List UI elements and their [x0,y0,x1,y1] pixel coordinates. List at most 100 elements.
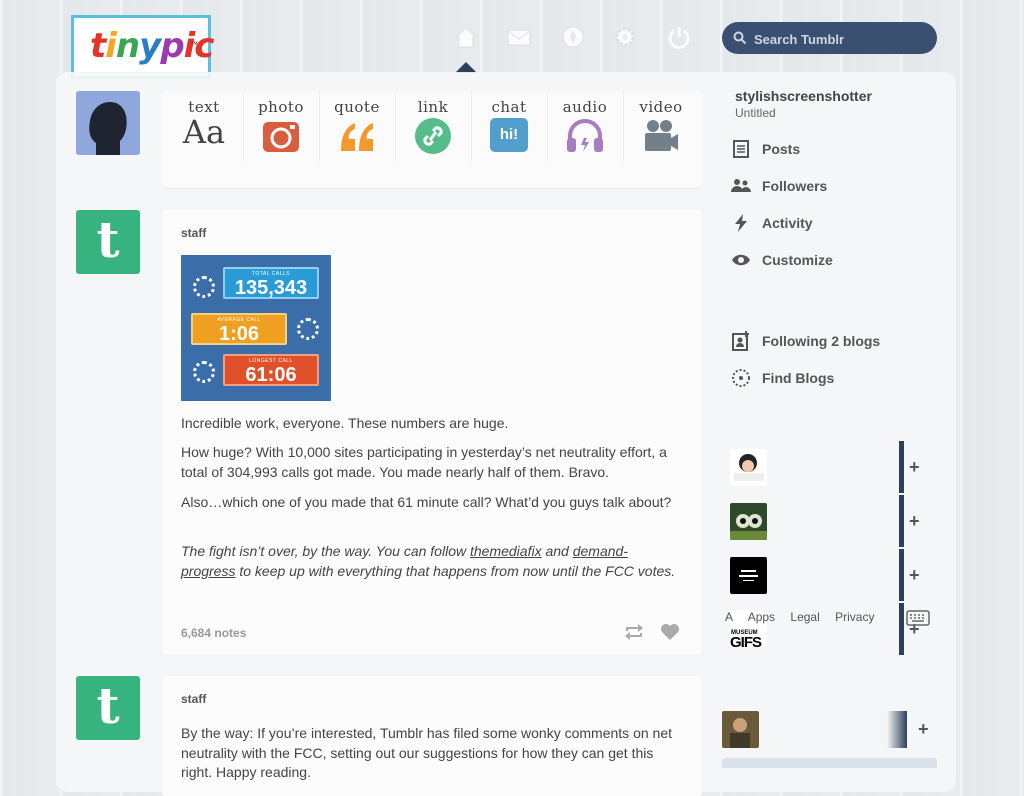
sidebar-item-find-blogs[interactable]: Find Blogs [731,368,834,388]
camera-icon [263,122,299,152]
average-call-box: AVERAGE CALL 1:06 [191,313,287,345]
gear-icon[interactable] [612,24,638,50]
post-notes-count[interactable]: 6,684 notes [181,626,246,640]
post-image-call-stats[interactable]: TOTAL CALLS 135,343 AVERAGE CALL 1:06 LO… [181,255,331,401]
posts-icon [731,139,751,159]
stat-value: 135,343 [234,277,308,299]
post-author[interactable]: staff [181,226,206,240]
sidebar-item-label: Activity [762,215,813,231]
staff-avatar[interactable]: t [76,210,140,274]
add-person-icon [731,331,751,351]
reblog-icon[interactable] [623,623,645,641]
followers-icon [731,176,751,196]
user-avatar[interactable] [76,91,140,155]
recommended-blog[interactable] [722,551,900,599]
post-type-video[interactable]: video [623,91,699,154]
footer-link-privacy[interactable]: Privacy [835,610,874,624]
post-type-label: photo [258,98,304,116]
recommended-gradient-edge [887,711,907,748]
chat-icon: hi! [490,118,528,152]
post-type-chat[interactable]: chat hi! [471,91,547,152]
post-type-link[interactable]: link [395,91,471,154]
themediafix-link[interactable]: themediafix [470,543,542,559]
recommended-blog-avatar[interactable] [722,711,759,748]
compass-icon[interactable] [560,24,586,50]
tumblr-t-icon: t [96,210,120,269]
follow-plus-icon[interactable]: + [909,457,920,478]
spinner-icon [193,276,215,298]
spinner-icon [297,318,319,340]
sidebar-item-activity[interactable]: Activity [731,213,813,233]
footer-link-apps[interactable]: Apps [748,610,775,624]
post-type-label: video [639,98,683,116]
recommended-blog-avatar [730,503,767,540]
post-type-photo[interactable]: photo [243,91,319,154]
footer-link-legal[interactable]: Legal [790,610,819,624]
follow-plus-icon[interactable]: + [918,719,929,740]
recommended-divider [899,495,904,547]
search-icon [733,31,747,45]
gifs-label: GIFS [730,634,762,647]
longest-call-box: LONGEST CALL 61:06 [223,354,319,386]
eye-icon [731,250,751,270]
mail-icon[interactable] [506,24,532,50]
blog-title: Untitled [735,106,776,120]
post-paragraph: Also…which one of you made that 61 minut… [181,494,672,510]
post-author[interactable]: staff [181,692,206,706]
spinner-icon [193,361,215,383]
tinypic-logo[interactable]: tinypic ™ [71,15,214,79]
link-icon [415,118,451,154]
stat-value: 1:06 [218,323,260,345]
sidebar-item-customize[interactable]: Customize [731,250,833,270]
sidebar-blog-info[interactable]: stylishscreenshotter Untitled [735,88,872,120]
video-icon [645,120,678,151]
sidebar-item-label: Customize [762,252,833,268]
post-paragraph: The fight isn’t over, by the way. You ca… [181,543,676,579]
follow-plus-icon[interactable]: + [909,565,920,586]
keyboard-icon[interactable] [906,610,930,626]
sidebar-item-posts[interactable]: Posts [731,139,800,159]
power-icon[interactable] [666,24,692,50]
heart-icon[interactable] [660,623,680,641]
staff-avatar[interactable]: t [76,676,140,740]
follow-plus-icon[interactable]: + [909,511,920,532]
recommended-blog[interactable] [722,497,900,545]
post-type-quote[interactable]: quote [319,91,395,154]
post-paragraph: Incredible work, everyone. These numbers… [181,415,509,431]
logo-trademark: ™ [190,40,198,49]
recommended-blog-avatar [730,449,767,486]
post-paragraph: By the way: If you’re interested, Tumblr… [181,725,672,780]
compass-dotted-icon [731,368,751,388]
recommended-blog[interactable] [722,443,900,491]
post-type-audio[interactable]: audio [547,91,623,154]
sidebar-item-following[interactable]: Following 2 blogs [731,331,880,351]
sidebar-item-label: Posts [762,141,801,157]
post-type-label: quote [334,98,380,116]
post-card: staff By the way: If you’re interested, … [162,676,702,796]
search-input[interactable] [752,28,926,50]
sidebar-widget-edge [722,758,937,768]
footer-links: A Apps Legal Privacy [725,610,886,624]
stat-value: 61:06 [245,364,297,386]
blog-username[interactable]: stylishscreenshotter [735,88,872,104]
text-icon: Aa [182,113,226,151]
search-bar[interactable] [722,22,937,54]
post-type-label: chat [491,98,527,116]
post-type-label: link [417,98,449,116]
post-type-text[interactable]: text Aa [166,91,242,154]
sidebar-item-label: Following 2 blogs [762,333,881,349]
footer-link-about[interactable]: A [725,610,733,624]
post-paragraph: How huge? With 10,000 sites participatin… [181,444,667,480]
silhouette-avatar-icon [76,91,140,155]
sidebar-item-followers[interactable]: Followers [731,176,827,196]
sidebar-item-label: Find Blogs [762,370,835,386]
lightning-icon [731,213,751,233]
home-icon[interactable] [453,24,479,50]
recommended-divider [899,549,904,601]
sidebar-item-label: Followers [762,178,828,194]
post-type-bar: text Aa photo quote link chat hi! audio … [162,91,702,189]
recommended-blog-avatar [730,557,767,594]
headphones-icon [567,119,603,152]
recommended-divider [899,441,904,493]
post-type-label: audio [562,98,608,116]
